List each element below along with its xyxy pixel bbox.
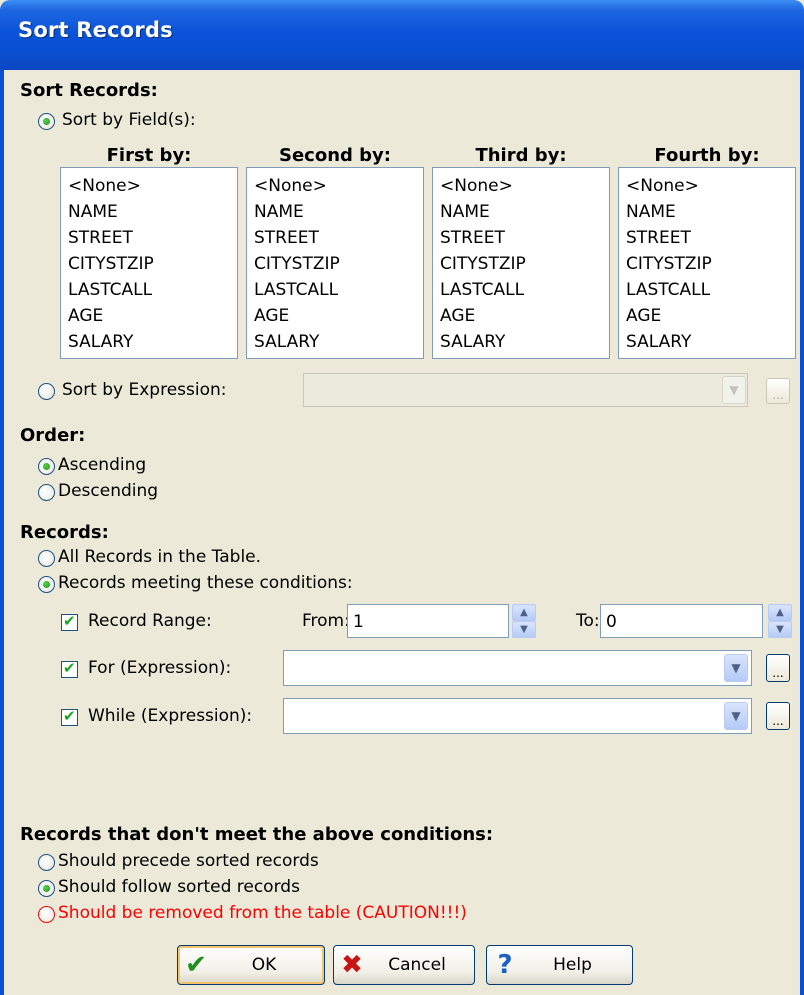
unmatched-records-heading: Records that don't meet the above condit…: [20, 824, 494, 845]
question-mark-icon: ?: [497, 950, 513, 980]
ascending-radio[interactable]: [38, 458, 55, 475]
from-input[interactable]: 1: [347, 604, 509, 638]
list-item[interactable]: LASTCALL: [440, 277, 609, 303]
list-item[interactable]: NAME: [254, 199, 423, 225]
list-item[interactable]: AGE: [440, 303, 609, 329]
fourth-by-listbox[interactable]: <None> NAME STREET CITYSTZIP LASTCALL AG…: [618, 167, 796, 359]
sort-expression-builder-button[interactable]: ...: [766, 378, 790, 404]
first-by-header: First by:: [106, 145, 192, 166]
sort-expression-combobox[interactable]: [303, 373, 748, 407]
list-item[interactable]: AGE: [254, 303, 423, 329]
for-expression-dropdown-button[interactable]: ▼: [724, 654, 748, 682]
sort-by-expression-radio[interactable]: [38, 383, 55, 400]
ok-button[interactable]: ✔ OK: [177, 945, 325, 985]
list-item[interactable]: AGE: [68, 303, 237, 329]
spin-up-icon[interactable]: ▲: [768, 604, 792, 621]
for-expression-checkbox[interactable]: [61, 659, 78, 678]
list-item[interactable]: STREET: [68, 225, 237, 251]
list-item[interactable]: NAME: [68, 199, 237, 225]
list-item[interactable]: CITYSTZIP: [626, 251, 795, 277]
record-range-checkbox[interactable]: [61, 612, 78, 631]
list-item[interactable]: SALARY: [68, 329, 237, 355]
window-title: Sort Records: [18, 18, 173, 42]
spin-up-icon[interactable]: ▲: [512, 604, 536, 621]
for-expression-label: For (Expression):: [88, 658, 232, 678]
help-button[interactable]: ? Help: [486, 945, 633, 985]
descending-radio[interactable]: [38, 484, 55, 501]
red-x-icon: ✖: [341, 950, 363, 980]
list-item[interactable]: LASTCALL: [254, 277, 423, 303]
precede-radio[interactable]: [38, 854, 55, 871]
second-by-listbox[interactable]: <None> NAME STREET CITYSTZIP LASTCALL AG…: [246, 167, 424, 359]
spin-down-icon[interactable]: ▼: [768, 621, 792, 638]
from-spinner[interactable]: ▲ ▼: [512, 604, 536, 638]
third-by-listbox[interactable]: <None> NAME STREET CITYSTZIP LASTCALL AG…: [432, 167, 610, 359]
list-item[interactable]: LASTCALL: [626, 277, 795, 303]
ellipsis-label: ...: [772, 714, 784, 728]
while-expression-builder-button[interactable]: ...: [766, 702, 790, 730]
precede-label: Should precede sorted records: [58, 851, 319, 871]
fourth-by-header: Fourth by:: [654, 145, 760, 166]
while-expression-dropdown-button[interactable]: ▼: [724, 702, 748, 730]
spin-down-icon[interactable]: ▼: [512, 621, 536, 638]
sort-by-expression-label: Sort by Expression:: [62, 380, 227, 400]
ascending-label: Ascending: [58, 455, 147, 475]
all-records-label: All Records in the Table.: [58, 547, 262, 567]
remove-radio[interactable]: [38, 906, 55, 923]
list-item[interactable]: STREET: [254, 225, 423, 251]
list-item[interactable]: CITYSTZIP: [254, 251, 423, 277]
list-item[interactable]: <None>: [626, 173, 795, 199]
records-meeting-conditions-label: Records meeting these conditions:: [58, 573, 353, 593]
list-item[interactable]: <None>: [254, 173, 423, 199]
while-expression-checkbox[interactable]: [61, 707, 78, 726]
order-heading: Order:: [20, 425, 86, 446]
to-input[interactable]: 0: [600, 604, 763, 638]
cancel-button[interactable]: ✖ Cancel: [333, 945, 475, 985]
ellipsis-label: ...: [772, 388, 784, 402]
list-item[interactable]: CITYSTZIP: [68, 251, 237, 277]
record-range-label: Record Range:: [88, 611, 212, 631]
list-item[interactable]: SALARY: [626, 329, 795, 355]
remove-label: Should be removed from the table (CAUTIO…: [58, 903, 467, 923]
ellipsis-label: ...: [772, 666, 784, 680]
list-item[interactable]: SALARY: [254, 329, 423, 355]
list-item[interactable]: NAME: [440, 199, 609, 225]
list-item[interactable]: <None>: [440, 173, 609, 199]
first-by-listbox[interactable]: <None> NAME STREET CITYSTZIP LASTCALL AG…: [60, 167, 238, 359]
second-by-header: Second by:: [279, 145, 391, 166]
all-records-radio[interactable]: [38, 550, 55, 567]
to-spinner[interactable]: ▲ ▼: [768, 604, 792, 638]
list-item[interactable]: SALARY: [440, 329, 609, 355]
from-label: From:: [302, 611, 350, 631]
to-label: To:: [576, 611, 600, 631]
window-frame-right: [800, 70, 804, 995]
sort-records-heading: Sort Records:: [20, 80, 158, 101]
third-by-header: Third by:: [475, 145, 567, 166]
while-expression-label: While (Expression):: [88, 706, 253, 726]
list-item[interactable]: CITYSTZIP: [440, 251, 609, 277]
for-expression-builder-button[interactable]: ...: [766, 654, 790, 682]
for-expression-combobox[interactable]: [283, 650, 752, 686]
while-expression-combobox[interactable]: [283, 698, 752, 734]
sort-expression-dropdown-button[interactable]: ▼: [722, 376, 746, 404]
chevron-down-icon: ▼: [731, 661, 741, 675]
list-item[interactable]: NAME: [626, 199, 795, 225]
records-meeting-conditions-radio[interactable]: [38, 576, 55, 593]
list-item[interactable]: LASTCALL: [68, 277, 237, 303]
list-item[interactable]: AGE: [626, 303, 795, 329]
list-item[interactable]: STREET: [440, 225, 609, 251]
follow-label: Should follow sorted records: [58, 877, 300, 897]
records-heading: Records:: [20, 522, 109, 543]
list-item[interactable]: <None>: [68, 173, 237, 199]
window-frame-left: [0, 70, 4, 995]
follow-radio[interactable]: [38, 880, 55, 897]
list-item[interactable]: STREET: [626, 225, 795, 251]
chevron-down-icon: ▼: [731, 709, 741, 723]
checkmark-icon: ✔: [185, 950, 207, 980]
descending-label: Descending: [58, 481, 159, 501]
sort-by-fields-radio[interactable]: [38, 113, 55, 130]
chevron-down-icon: ▼: [729, 383, 739, 397]
sort-by-fields-label: Sort by Field(s):: [62, 110, 196, 130]
